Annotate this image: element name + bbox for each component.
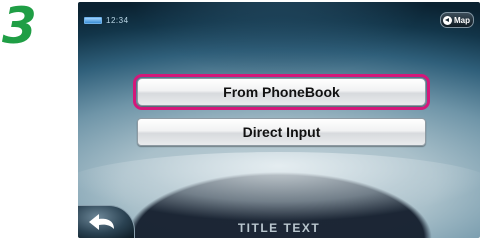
top-glow bbox=[118, 2, 440, 82]
step-number: 3 bbox=[2, 0, 37, 55]
device-screen: 12:34 Map From PhoneBook Direct Input TI… bbox=[78, 2, 480, 238]
status-bar: 12:34 bbox=[84, 14, 129, 26]
from-phonebook-button[interactable]: From PhoneBook bbox=[133, 74, 430, 110]
map-arrow-icon bbox=[443, 15, 452, 25]
clock-text: 12:34 bbox=[106, 15, 129, 25]
from-phonebook-label: From PhoneBook bbox=[223, 84, 340, 100]
battery-icon bbox=[84, 16, 102, 24]
map-button-label: Map bbox=[454, 15, 470, 25]
map-button[interactable]: Map bbox=[440, 12, 474, 28]
footer-title: TITLE TEXT bbox=[237, 221, 321, 235]
direct-input-button[interactable]: Direct Input bbox=[137, 118, 426, 146]
direct-input-label: Direct Input bbox=[242, 124, 321, 140]
manual-page: 3 12:34 Map From PhoneBook Direct Input … bbox=[0, 0, 482, 240]
